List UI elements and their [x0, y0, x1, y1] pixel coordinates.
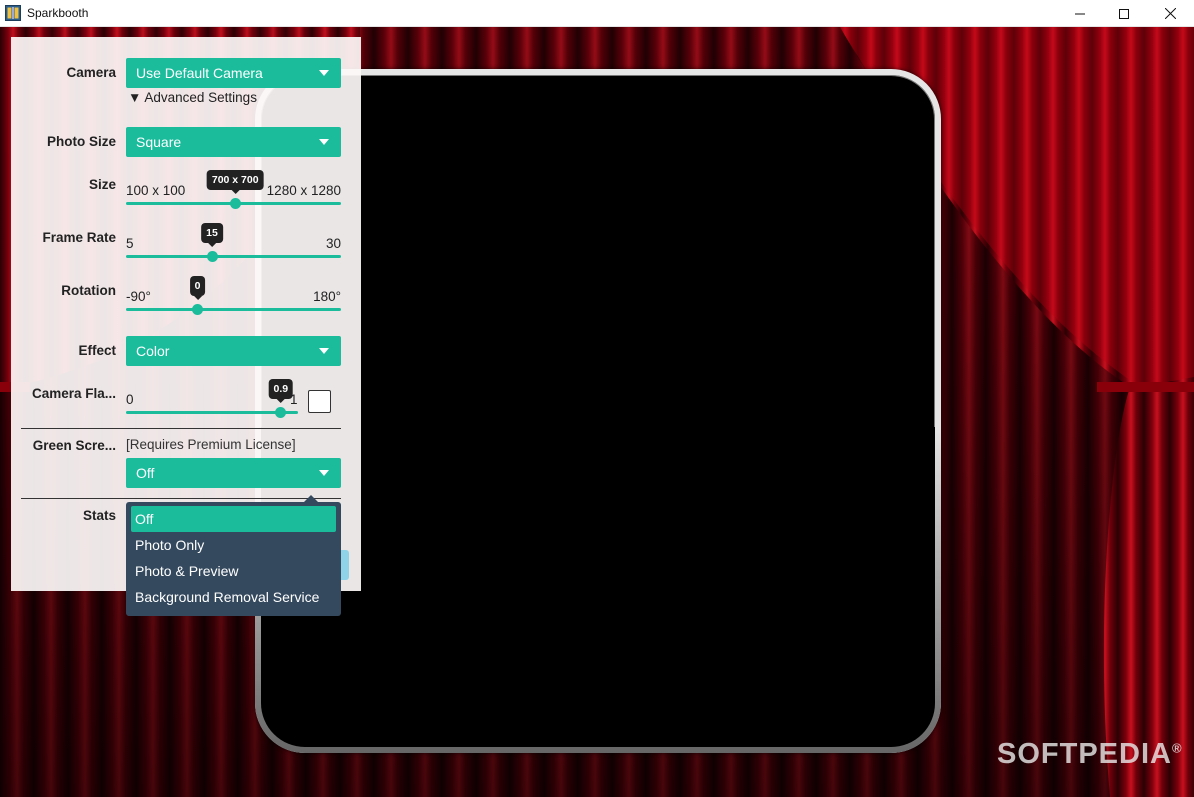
photo-size-select[interactable]: Square	[126, 127, 341, 157]
chevron-down-icon	[319, 348, 329, 354]
camera-flash-min: 0	[126, 392, 134, 407]
camera-flash-slider[interactable]: 0.9	[126, 379, 298, 418]
menu-item-photo-preview[interactable]: Photo & Preview	[131, 558, 336, 584]
advanced-settings-toggle[interactable]: ▼ Advanced Settings	[128, 90, 257, 105]
chevron-down-icon	[319, 470, 329, 476]
rotation-max: 180°	[313, 289, 341, 304]
frame-rate-slider-handle[interactable]	[206, 251, 218, 262]
photo-size-select-value: Square	[136, 134, 182, 150]
camera-flash-slider-handle[interactable]	[275, 407, 287, 418]
frame-rate-slider[interactable]: 15	[126, 223, 341, 262]
close-icon	[1164, 8, 1176, 19]
menu-item-off[interactable]: Off	[131, 506, 336, 532]
chevron-down-icon	[319, 70, 329, 76]
chevron-down-icon	[319, 139, 329, 145]
frame-rate-label: Frame Rate	[42, 230, 116, 245]
size-slider-handle[interactable]	[229, 198, 241, 209]
size-label: Size	[88, 177, 116, 192]
maximize-button[interactable]	[1101, 0, 1147, 27]
size-value-tooltip: 700 x 700	[206, 170, 264, 194]
watermark: SOFTPEDIA®	[997, 738, 1183, 770]
rotation-min: -90°	[126, 289, 151, 304]
size-slider[interactable]: 700 x 700	[126, 170, 341, 209]
green-screen-select[interactable]: Off	[126, 458, 341, 488]
camera-flash-checkbox[interactable]	[308, 390, 331, 413]
rotation-label: Rotation	[61, 283, 116, 298]
camera-select-value: Use Default Camera	[136, 65, 263, 81]
window-title: Sparkbooth	[27, 6, 89, 20]
effect-select[interactable]: Color	[126, 336, 341, 366]
photo-size-label: Photo Size	[46, 134, 116, 149]
divider	[21, 498, 341, 499]
maximize-icon	[1119, 8, 1129, 19]
app-icon	[5, 5, 21, 21]
camera-flash-value-tooltip: 0.9	[268, 379, 294, 403]
size-max: 1280 x 1280	[266, 183, 341, 198]
size-min: 100 x 100	[126, 183, 186, 198]
stats-label: Stats	[82, 508, 116, 523]
title-bar: Sparkbooth	[0, 0, 1194, 27]
frame-rate-value-tooltip: 15	[201, 223, 223, 247]
camera-label: Camera	[66, 65, 116, 80]
minimize-button[interactable]	[1057, 0, 1103, 27]
effect-label: Effect	[78, 343, 116, 358]
menu-item-background-removal[interactable]: Background Removal Service	[131, 584, 336, 610]
green-screen-dropdown-menu: Off Photo Only Photo & Preview Backgroun…	[126, 495, 341, 616]
menu-item-photo-only[interactable]: Photo Only	[131, 532, 336, 558]
premium-license-note: [Requires Premium License]	[126, 437, 296, 452]
rotation-slider[interactable]: 0	[126, 276, 341, 315]
frame-rate-min: 5	[126, 236, 134, 251]
divider	[21, 428, 341, 429]
green-screen-label: Green Scre...	[32, 438, 116, 453]
rotation-value-tooltip: 0	[189, 276, 206, 300]
minimize-icon	[1075, 13, 1085, 14]
rotation-slider-handle[interactable]	[192, 304, 204, 315]
camera-select[interactable]: Use Default Camera	[126, 58, 341, 88]
frame-rate-max: 30	[325, 236, 341, 251]
green-screen-select-value: Off	[136, 465, 155, 481]
camera-flash-label: Camera Fla...	[31, 386, 116, 401]
effect-select-value: Color	[136, 343, 170, 359]
close-button[interactable]	[1147, 0, 1193, 27]
